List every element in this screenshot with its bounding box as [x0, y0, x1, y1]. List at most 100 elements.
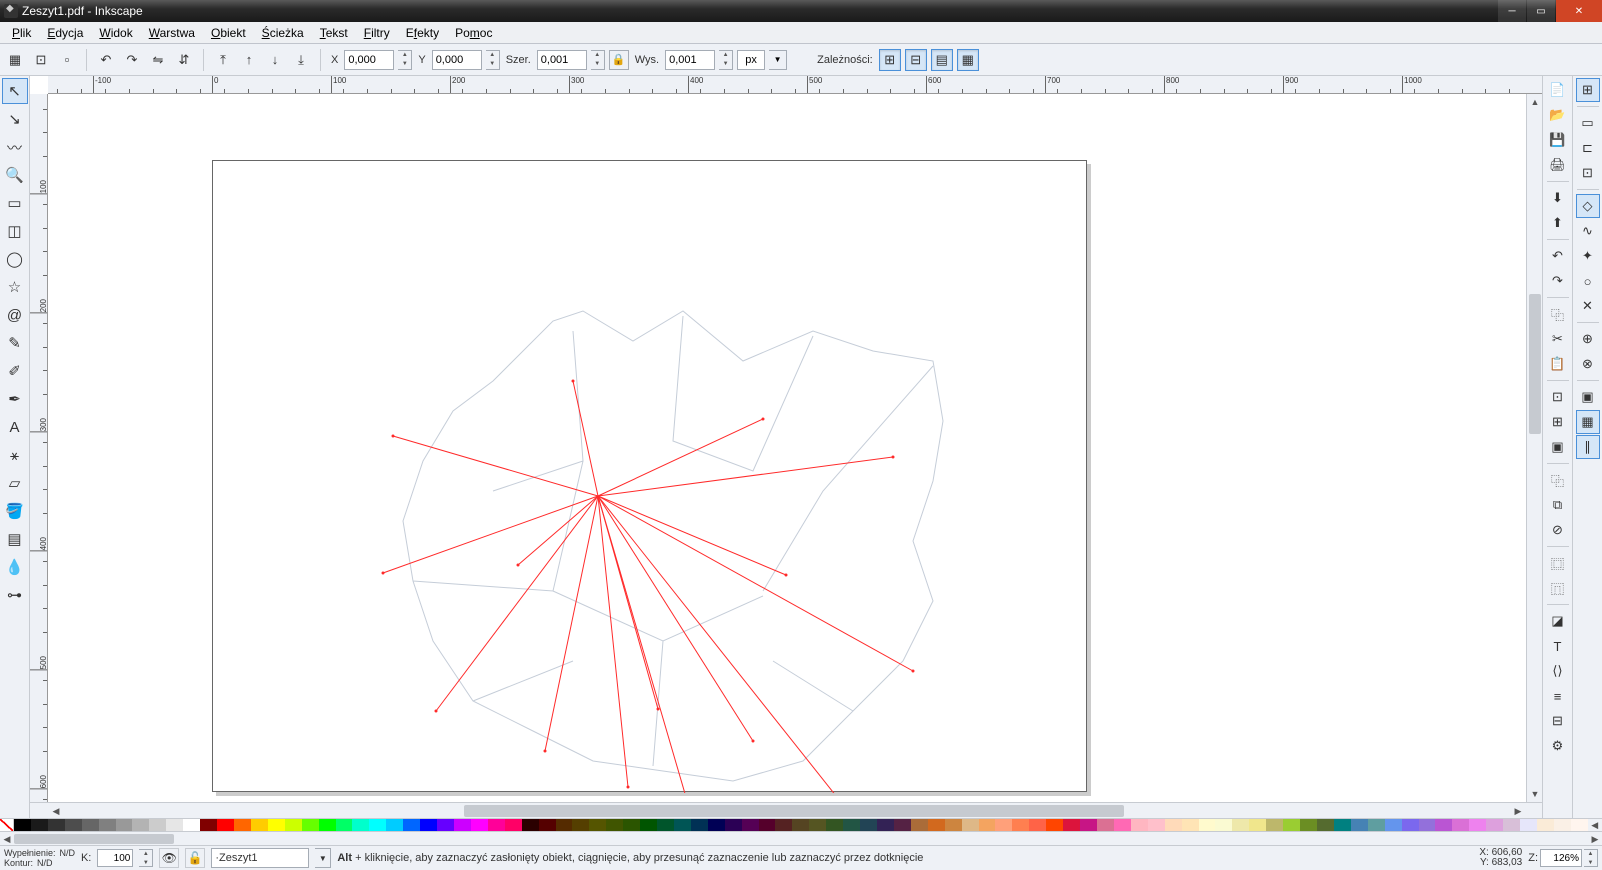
- affect-pattern-button[interactable]: ▦: [957, 49, 979, 71]
- swatch[interactable]: [1435, 819, 1452, 831]
- vertical-scrollbar[interactable]: ▲ ▼: [1526, 94, 1542, 802]
- swatch[interactable]: [725, 819, 742, 831]
- y-spinner[interactable]: ▲▼: [486, 50, 500, 70]
- maximize-button[interactable]: ▭: [1527, 0, 1555, 22]
- swatch[interactable]: [471, 819, 488, 831]
- text-prop-icon[interactable]: T: [1546, 634, 1570, 658]
- copy-icon[interactable]: ⿻: [1546, 302, 1570, 326]
- swatch[interactable]: [522, 819, 539, 831]
- swatch[interactable]: [826, 819, 843, 831]
- horizontal-scrollbar[interactable]: [64, 803, 1510, 818]
- menu-plik[interactable]: Plik: [4, 24, 39, 42]
- swatch[interactable]: [877, 819, 894, 831]
- snap-node-icon[interactable]: ◇: [1576, 194, 1600, 218]
- ruler-horizontal[interactable]: -10001002003004005006007008009001000: [48, 76, 1542, 94]
- swatch[interactable]: [505, 819, 522, 831]
- pencil-tool[interactable]: ✎: [2, 330, 28, 356]
- swatch[interactable]: [539, 819, 556, 831]
- swatch[interactable]: [809, 819, 826, 831]
- print-icon[interactable]: 🖨: [1546, 153, 1570, 177]
- swatch[interactable]: [31, 819, 48, 831]
- snap-path-icon[interactable]: ∿: [1576, 219, 1600, 243]
- dup-icon[interactable]: ⿻: [1546, 468, 1570, 492]
- hscroll-left-icon[interactable]: ◀: [48, 803, 64, 819]
- fill-stroke-indicator[interactable]: Wypełnienie:N/D Kontur:N/D: [4, 848, 75, 868]
- swatch[interactable]: [1012, 819, 1029, 831]
- deselect-button[interactable]: ▫: [56, 49, 78, 71]
- swatch[interactable]: [928, 819, 945, 831]
- gradient-tool[interactable]: ▤: [2, 526, 28, 552]
- select-all-button[interactable]: ▦: [4, 49, 26, 71]
- snap-page-icon[interactable]: ▣: [1576, 385, 1600, 409]
- swatch[interactable]: [82, 819, 99, 831]
- swatch[interactable]: [657, 819, 674, 831]
- swatch[interactable]: [285, 819, 302, 831]
- swatch[interactable]: [1486, 819, 1503, 831]
- swatch[interactable]: [1571, 819, 1588, 831]
- close-button[interactable]: ✕: [1556, 0, 1602, 22]
- affect-corners-button[interactable]: ⊟: [905, 49, 927, 71]
- flip-v-button[interactable]: ⇵: [173, 49, 195, 71]
- swatch[interactable]: [708, 819, 725, 831]
- swatch[interactable]: [759, 819, 776, 831]
- swatch[interactable]: [979, 819, 996, 831]
- zoom-page-icon[interactable]: ▣: [1546, 435, 1570, 459]
- menu-obiekt[interactable]: Obiekt: [203, 24, 254, 42]
- menu-efekty[interactable]: Efekty: [398, 24, 447, 42]
- swatch[interactable]: [1385, 819, 1402, 831]
- swatch[interactable]: [1097, 819, 1114, 831]
- layers-icon[interactable]: ≡: [1546, 684, 1570, 708]
- swatch[interactable]: [1114, 819, 1131, 831]
- swatch[interactable]: [302, 819, 319, 831]
- swatch[interactable]: [775, 819, 792, 831]
- snap-bbox-edge-icon[interactable]: ⊏: [1576, 136, 1600, 160]
- swatch[interactable]: [149, 819, 166, 831]
- bezier-tool[interactable]: ✐: [2, 358, 28, 384]
- swatch[interactable]: [454, 819, 471, 831]
- snap-center-icon[interactable]: ⊕: [1576, 327, 1600, 351]
- undo-icon[interactable]: ↶: [1546, 244, 1570, 268]
- swatch[interactable]: [1419, 819, 1436, 831]
- swatch[interactable]: [1402, 819, 1419, 831]
- swatch[interactable]: [1554, 819, 1571, 831]
- hscroll-right-icon[interactable]: ▶: [1510, 803, 1526, 819]
- eraser-tool[interactable]: ▱: [2, 470, 28, 496]
- zoom-fit-icon[interactable]: ⊡: [1546, 385, 1570, 409]
- ungroup-icon[interactable]: ⿵: [1546, 576, 1570, 600]
- group-icon[interactable]: ⿴: [1546, 551, 1570, 575]
- snap-intersect-icon[interactable]: ✕: [1576, 294, 1600, 318]
- swatch[interactable]: [1232, 819, 1249, 831]
- menu-widok[interactable]: Widok: [91, 24, 140, 42]
- swatch[interactable]: [1165, 819, 1182, 831]
- open-icon[interactable]: 📂: [1546, 103, 1570, 127]
- swatch[interactable]: [183, 819, 200, 831]
- save-icon[interactable]: 💾: [1546, 128, 1570, 152]
- swatch[interactable]: [1266, 819, 1283, 831]
- swatch[interactable]: [132, 819, 149, 831]
- bucket-tool[interactable]: 🪣: [2, 498, 28, 524]
- snap-bbox-icon[interactable]: ▭: [1576, 111, 1600, 135]
- swatch[interactable]: [116, 819, 133, 831]
- lower-button[interactable]: ↓: [264, 49, 286, 71]
- snap-guide-icon[interactable]: ∥: [1576, 435, 1600, 459]
- swatch[interactable]: [420, 819, 437, 831]
- swatch[interactable]: [319, 819, 336, 831]
- xml-icon[interactable]: ⟨⟩: [1546, 659, 1570, 683]
- swatch[interactable]: [488, 819, 505, 831]
- swatch[interactable]: [1249, 819, 1266, 831]
- menu-warstwa[interactable]: Warstwa: [141, 24, 203, 42]
- swatch-none[interactable]: [0, 819, 14, 831]
- swatch[interactable]: [352, 819, 369, 831]
- swatch[interactable]: [995, 819, 1012, 831]
- swatch[interactable]: [606, 819, 623, 831]
- y-input[interactable]: [432, 50, 482, 70]
- swatch[interactable]: [623, 819, 640, 831]
- align-icon[interactable]: ⊟: [1546, 709, 1570, 733]
- swatch[interactable]: [437, 819, 454, 831]
- swatch[interactable]: [1452, 819, 1469, 831]
- tweak-tool[interactable]: 〰: [2, 134, 28, 160]
- swatch[interactable]: [1063, 819, 1080, 831]
- menu-ścieżka[interactable]: Ścieżka: [254, 24, 312, 42]
- new-doc-icon[interactable]: 📄: [1546, 78, 1570, 102]
- export-icon[interactable]: ⬆: [1546, 211, 1570, 235]
